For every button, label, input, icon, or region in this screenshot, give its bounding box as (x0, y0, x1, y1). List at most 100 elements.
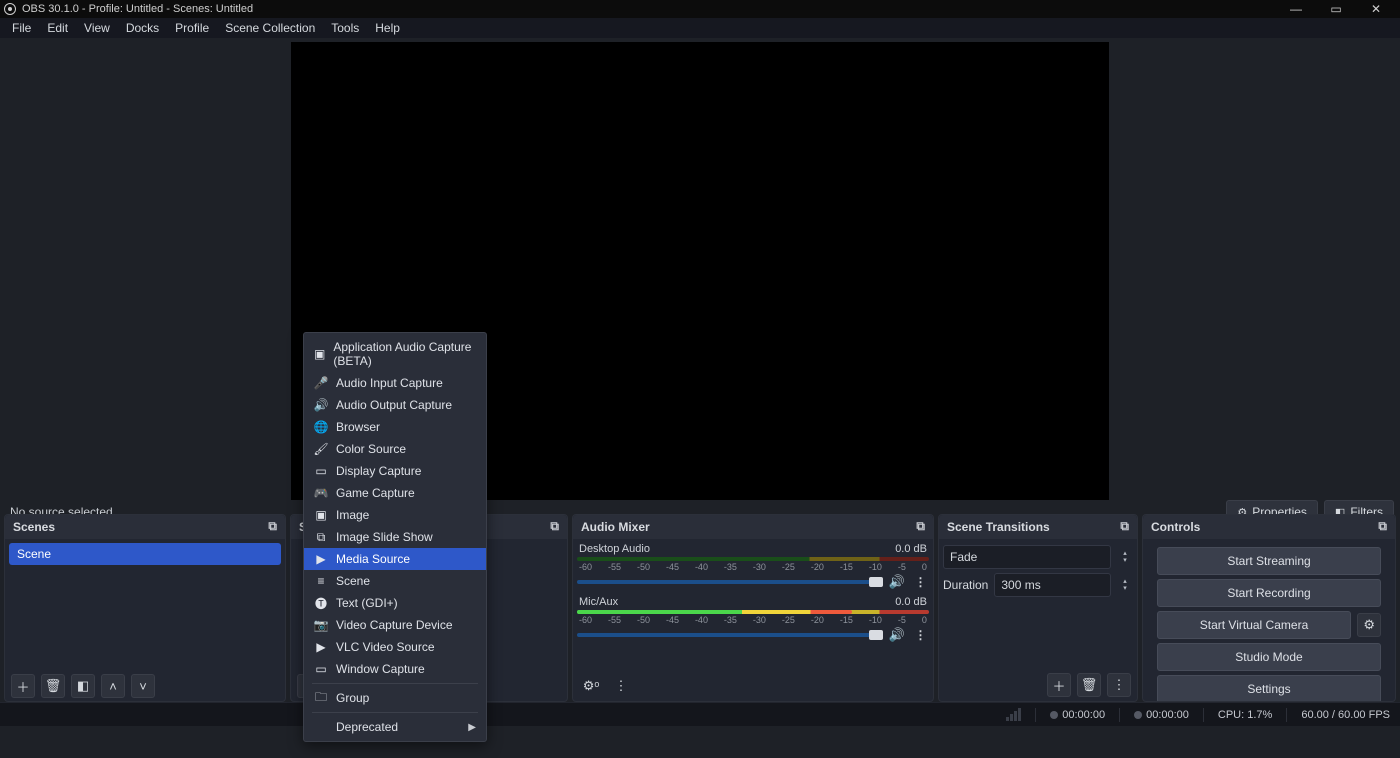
media-source-icon: ▶ (314, 552, 328, 566)
display-capture-icon: ▭ (314, 464, 328, 478)
mixer-menu-button[interactable]: ⋮ (609, 674, 633, 698)
menu-item-label: Deprecated (336, 720, 398, 734)
status-bar: 00:00:00 00:00:00 CPU: 1.7% 60.00 / 60.0… (0, 702, 1400, 726)
window-minimize-button[interactable]: — (1276, 2, 1316, 16)
duration-spin[interactable]: ▴▾ (1117, 578, 1133, 592)
text-gdi--icon: 🅣 (314, 596, 328, 610)
channel-menu-button[interactable]: ⋮ (911, 575, 929, 589)
popout-icon[interactable]: ⧉ (1120, 519, 1129, 534)
menu-item-image[interactable]: ▣ Image (304, 504, 486, 526)
scenes-header[interactable]: Scenes ⧉ (5, 515, 285, 539)
studio-mode-button[interactable]: Studio Mode (1157, 643, 1381, 671)
audio-mixer-dock: Audio Mixer ⧉ Desktop Audio 0.0 dB -60-5… (572, 514, 934, 702)
menu-item-label: Browser (336, 420, 380, 434)
channel-menu-button[interactable]: ⋮ (911, 628, 929, 642)
scenes-dock: Scenes ⧉ Scene ＋ 🗑 ◧ ˄ ˅ (4, 514, 286, 702)
transition-menu-button[interactable]: ⋮ (1107, 673, 1131, 697)
popout-icon[interactable]: ⧉ (268, 519, 277, 534)
meter-ticks: -60-55-50-45-40-35-30-25-20-15-10-50 (577, 615, 929, 625)
window-close-button[interactable]: ✕ (1356, 2, 1396, 16)
menu-item-color-source[interactable]: 🖌 Color Source (304, 438, 486, 460)
menu-view[interactable]: View (76, 19, 118, 37)
title-bar: OBS 30.1.0 - Profile: Untitled - Scenes:… (0, 0, 1400, 18)
menu-edit[interactable]: Edit (39, 19, 76, 37)
window-maximize-button[interactable]: ▭ (1316, 2, 1356, 16)
transitions-title: Scene Transitions (947, 520, 1050, 534)
scene-up-button[interactable]: ˄ (101, 674, 125, 698)
menu-item-group[interactable]: 🗀 Group (304, 687, 486, 709)
application-audio-capture-beta--icon: ▣ (314, 347, 325, 361)
docks-row: Scenes ⧉ Scene ＋ 🗑 ◧ ˄ ˅ So ⧉ ＋ 🗑 ⚙ ˄ ˅ (0, 514, 1400, 702)
menu-item-application-audio-capture-beta-[interactable]: ▣Application Audio Capture (BETA) (304, 336, 486, 372)
menu-item-audio-input-capture[interactable]: 🎤Audio Input Capture (304, 372, 486, 394)
scene-delete-button[interactable]: 🗑 (41, 674, 65, 698)
menu-item-deprecated[interactable]: Deprecated ▶ (304, 716, 486, 738)
transition-add-button[interactable]: ＋ (1047, 673, 1071, 697)
popout-icon[interactable]: ⧉ (550, 519, 559, 534)
start-streaming-button[interactable]: Start Streaming (1157, 547, 1381, 575)
menu-item-label: Scene (336, 574, 370, 588)
menu-item-browser[interactable]: 🌐Browser (304, 416, 486, 438)
obs-logo-icon (4, 3, 16, 15)
menu-item-game-capture[interactable]: 🎮 Game Capture (304, 482, 486, 504)
menu-docks[interactable]: Docks (118, 19, 167, 37)
scene-filter-button[interactable]: ◧ (71, 674, 95, 698)
settings-button[interactable]: Settings (1157, 675, 1381, 701)
color-source-icon: 🖌 (314, 442, 328, 456)
transitions-header[interactable]: Scene Transitions ⧉ (939, 515, 1137, 539)
volume-slider[interactable] (577, 633, 883, 637)
volume-slider[interactable] (577, 580, 883, 584)
vlc-video-source-icon: ▶ (314, 640, 328, 654)
speaker-icon[interactable]: 🔊 (889, 627, 905, 643)
virtual-camera-settings-button[interactable]: ⚙ (1357, 613, 1381, 637)
start-virtual-camera-button[interactable]: Start Virtual Camera (1157, 611, 1351, 639)
menu-scene-collection[interactable]: Scene Collection (217, 19, 323, 37)
menu-help[interactable]: Help (367, 19, 408, 37)
popout-icon[interactable]: ⧉ (916, 519, 925, 534)
mixer-advanced-button[interactable]: ⚙ᵒ (579, 674, 603, 698)
meter-ticks: -60-55-50-45-40-35-30-25-20-15-10-50 (577, 562, 929, 572)
transition-delete-button[interactable]: 🗑 (1077, 673, 1101, 697)
menu-item-video-capture-device[interactable]: 📷 Video Capture Device (304, 614, 486, 636)
scene-item[interactable]: Scene (9, 543, 281, 565)
mixer-header[interactable]: Audio Mixer ⧉ (573, 515, 933, 539)
menu-item-label: Color Source (336, 442, 406, 456)
duration-input[interactable]: 300 ms (994, 573, 1111, 597)
video-capture-device-icon: 📷 (314, 618, 328, 632)
menu-item-label: Video Capture Device (336, 618, 453, 632)
controls-title: Controls (1151, 520, 1200, 534)
scene-add-button[interactable]: ＋ (11, 674, 35, 698)
menu-profile[interactable]: Profile (167, 19, 217, 37)
start-recording-button[interactable]: Start Recording (1157, 579, 1381, 607)
menu-item-media-source[interactable]: ▶Media Source (304, 548, 486, 570)
menu-item-vlc-video-source[interactable]: ▶VLC Video Source (304, 636, 486, 658)
preview-area (0, 38, 1400, 500)
image-slide-show-icon: ⧉ (314, 530, 328, 544)
menu-item-label: Image (336, 508, 369, 522)
transition-select[interactable]: Fade (943, 545, 1111, 569)
game-capture-icon: 🎮 (314, 486, 328, 500)
menu-item-display-capture[interactable]: ▭Display Capture (304, 460, 486, 482)
menu-file[interactable]: File (4, 19, 39, 37)
cpu-usage: CPU: 1.7% (1218, 709, 1272, 721)
menu-item-image-slide-show[interactable]: ⧉ Image Slide Show (304, 526, 486, 548)
controls-header[interactable]: Controls ⧉ (1143, 515, 1395, 539)
controls-dock: Controls ⧉ Start Streaming Start Recordi… (1142, 514, 1396, 702)
menu-item-audio-output-capture[interactable]: 🔊Audio Output Capture (304, 394, 486, 416)
menu-item-label: Image Slide Show (336, 530, 433, 544)
mixer-title: Audio Mixer (581, 520, 650, 534)
image-icon: ▣ (314, 508, 328, 522)
window-capture-icon: ▭ (314, 662, 328, 676)
popout-icon[interactable]: ⧉ (1378, 519, 1387, 534)
scenes-title: Scenes (13, 520, 55, 534)
scene-down-button[interactable]: ˅ (131, 674, 155, 698)
menu-item-window-capture[interactable]: ▭Window Capture (304, 658, 486, 680)
menu-item-text-gdi-[interactable]: 🅣Text (GDI+) (304, 592, 486, 614)
audio-meter (577, 610, 929, 614)
folder-icon: 🗀 (314, 691, 328, 705)
menu-tools[interactable]: Tools (323, 19, 367, 37)
menu-item-scene[interactable]: ≡Scene (304, 570, 486, 592)
transition-spin[interactable]: ▴▾ (1117, 550, 1133, 564)
menu-item-label: Game Capture (336, 486, 415, 500)
speaker-icon[interactable]: 🔊 (889, 574, 905, 590)
